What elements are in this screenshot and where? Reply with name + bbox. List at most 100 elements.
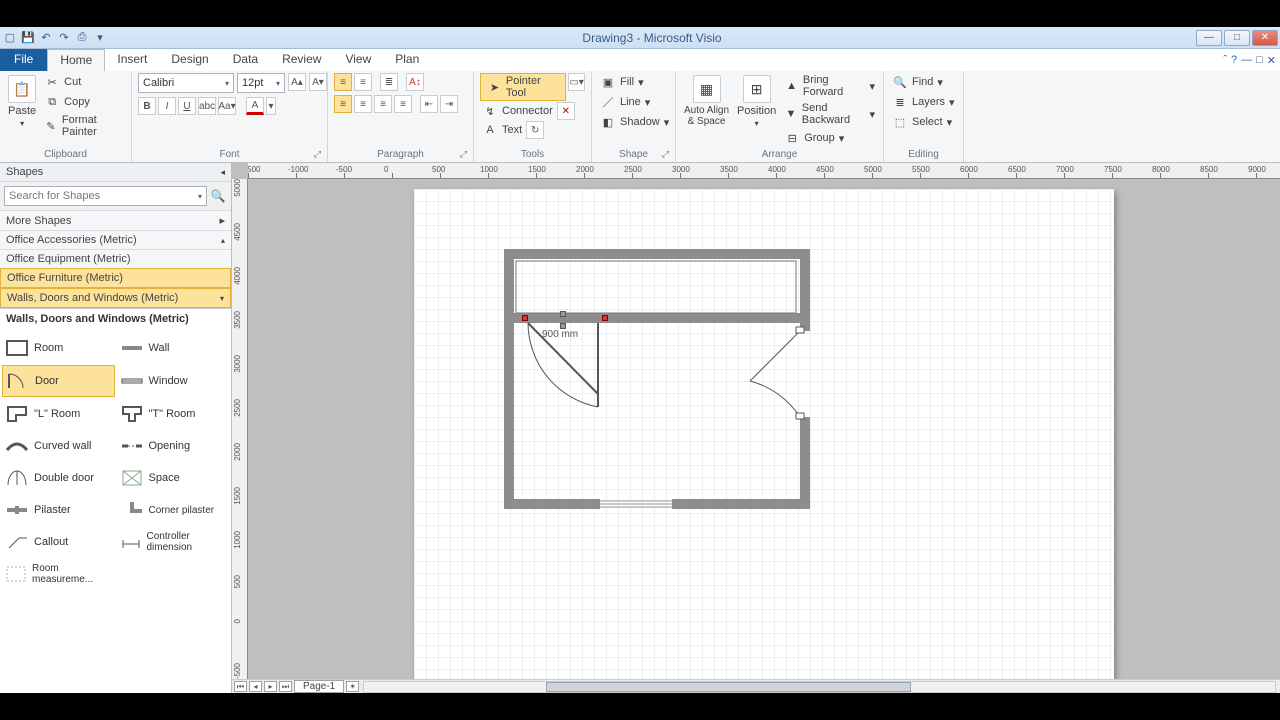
align-top-button[interactable]: ≡ (334, 73, 352, 91)
align-center-button[interactable]: ≡ (354, 95, 372, 113)
inc-indent-button[interactable]: ⇥ (440, 95, 458, 113)
strike-button[interactable]: abc (198, 97, 216, 115)
text-direction-button[interactable]: A↕ (406, 73, 424, 91)
shape-pilaster[interactable]: Pilaster (2, 495, 115, 525)
shape-room[interactable]: Room (2, 333, 115, 363)
position-button[interactable]: ⊞Position▾ (735, 73, 778, 130)
selection-handle[interactable] (602, 315, 608, 321)
delete-tool-button[interactable]: ✕ (557, 102, 575, 120)
tab-file[interactable]: File (0, 49, 47, 71)
stencil-cat-1[interactable]: Office Equipment (Metric) (0, 249, 231, 268)
text-tool-button[interactable]: AText (480, 121, 524, 139)
tab-home[interactable]: Home (47, 49, 105, 71)
qat-more-icon[interactable]: ▾ (92, 30, 108, 46)
ribbon-min-icon[interactable]: — (1241, 54, 1252, 66)
paste-button[interactable]: 📋 Paste▾ (6, 73, 38, 130)
panel-close-icon[interactable]: ◂ (220, 167, 225, 178)
help-up-icon[interactable]: ˆ (1223, 54, 1227, 66)
cut-button[interactable]: ✂Cut (42, 73, 125, 91)
stencil-cat-3[interactable]: Walls, Doors and Windows (Metric)▾ (0, 288, 231, 308)
align-right-button[interactable]: ≡ (374, 95, 392, 113)
format-painter-button[interactable]: ✎Format Painter (42, 113, 125, 139)
tab-review[interactable]: Review (270, 49, 333, 71)
shape-controllerdim[interactable]: Controller dimension (117, 527, 230, 557)
font-color-button[interactable]: A (246, 97, 264, 115)
align-middle-button[interactable]: ≡ (354, 73, 372, 91)
tab-data[interactable]: Data (221, 49, 270, 71)
shape-curvedwall[interactable]: Curved wall (2, 431, 115, 461)
next-page-button[interactable]: ▸ (264, 681, 277, 692)
tab-insert[interactable]: Insert (105, 49, 159, 71)
ribbon-close-icon[interactable]: ✕ (1267, 54, 1276, 67)
tab-plan[interactable]: Plan (383, 49, 431, 71)
stencil-cat-0[interactable]: Office Accessories (Metric)▴ (0, 230, 231, 249)
bring-forward-button[interactable]: ▲Bring Forward ▾ (782, 73, 877, 99)
minimize-button[interactable]: — (1196, 30, 1222, 46)
tab-design[interactable]: Design (159, 49, 220, 71)
canvas-area: -1500-1000-50005001000150020002500300035… (232, 163, 1280, 693)
shape-roommeasure[interactable]: Room measureme... (2, 559, 115, 589)
first-page-button[interactable]: ⏮ (234, 681, 247, 692)
page-tab[interactable]: Page-1 (294, 680, 344, 693)
shape-search-button[interactable]: 🔍 (209, 186, 227, 206)
copy-button[interactable]: ⧉Copy (42, 93, 125, 111)
fill-button[interactable]: ▣Fill ▾ (598, 73, 671, 91)
horizontal-scrollbar[interactable] (363, 681, 1276, 693)
underline-button[interactable]: U (178, 97, 196, 115)
floor-plan[interactable]: 900 mm (504, 249, 810, 509)
dec-indent-button[interactable]: ⇤ (420, 95, 438, 113)
undo-icon[interactable]: ↶ (38, 30, 54, 46)
close-button[interactable]: ✕ (1252, 30, 1278, 46)
grow-font-button[interactable]: A▴ (288, 73, 306, 91)
stencil-cat-2[interactable]: Office Furniture (Metric) (0, 268, 231, 288)
bullets-button[interactable]: ≣ (380, 73, 398, 91)
shape-doubledoor[interactable]: Double door (2, 463, 115, 493)
shape-search-input[interactable]: Search for Shapes▾ (4, 186, 207, 206)
shape-wall[interactable]: Wall (117, 333, 230, 363)
help-icon[interactable]: ? (1231, 54, 1237, 66)
ink-tool-button[interactable]: ↻ (526, 121, 544, 139)
drawing-page[interactable]: 900 mm (414, 189, 1114, 679)
shape-door[interactable]: Door (2, 365, 115, 397)
prev-page-button[interactable]: ◂ (249, 681, 262, 692)
bold-button[interactable]: B (138, 97, 156, 115)
font-color-drop[interactable]: ▾ (266, 97, 276, 115)
pointer-tool-button[interactable]: ➤Pointer Tool (480, 73, 566, 101)
maximize-button[interactable]: □ (1224, 30, 1250, 46)
save-icon[interactable]: 💾 (20, 30, 36, 46)
group-button[interactable]: ⊟Group ▾ (782, 129, 877, 147)
last-page-button[interactable]: ⏭ (279, 681, 292, 692)
selection-handle[interactable] (560, 311, 566, 317)
font-size-combo[interactable]: 12pt▾ (237, 73, 285, 93)
send-backward-button[interactable]: ▼Send Backward ▾ (782, 101, 877, 127)
shape-opening[interactable]: Opening (117, 431, 230, 461)
shadow-button[interactable]: ◧Shadow ▾ (598, 113, 671, 131)
font-name-combo[interactable]: Calibri▾ (138, 73, 234, 93)
tab-view[interactable]: View (333, 49, 383, 71)
italic-button[interactable]: I (158, 97, 176, 115)
shape-callout[interactable]: Callout (2, 527, 115, 557)
align-left-button[interactable]: ≡ (334, 95, 352, 113)
shape-cornerpilaster[interactable]: Corner pilaster (117, 495, 230, 525)
autoalign-button[interactable]: ▦Auto Align & Space (682, 73, 731, 129)
ribbon-restore-icon[interactable]: □ (1256, 54, 1263, 66)
select-button[interactable]: ⬚Select ▾ (890, 113, 957, 131)
shape-troom[interactable]: "T" Room (117, 399, 230, 429)
drawing-viewport[interactable]: 900 mm (248, 179, 1280, 679)
layers-button[interactable]: ≣Layers ▾ (890, 93, 957, 111)
print-icon[interactable]: ⎙ (74, 30, 90, 46)
align-justify-button[interactable]: ≡ (394, 95, 412, 113)
shape-window[interactable]: Window (117, 365, 230, 397)
redo-icon[interactable]: ↷ (56, 30, 72, 46)
shape-space[interactable]: Space (117, 463, 230, 493)
selection-handle[interactable] (522, 315, 528, 321)
shrink-font-button[interactable]: A▾ (309, 73, 327, 91)
find-button[interactable]: 🔍Find ▾ (890, 73, 957, 91)
rect-tool-button[interactable]: ▭▾ (568, 73, 585, 91)
new-page-button[interactable]: ✶ (346, 681, 359, 692)
shape-lroom[interactable]: "L" Room (2, 399, 115, 429)
more-shapes-row[interactable]: More Shapes▸ (0, 210, 231, 230)
case-button[interactable]: Aa▾ (218, 97, 236, 115)
connector-tool-button[interactable]: ↯Connector (480, 102, 555, 120)
line-button[interactable]: ／Line ▾ (598, 93, 671, 111)
